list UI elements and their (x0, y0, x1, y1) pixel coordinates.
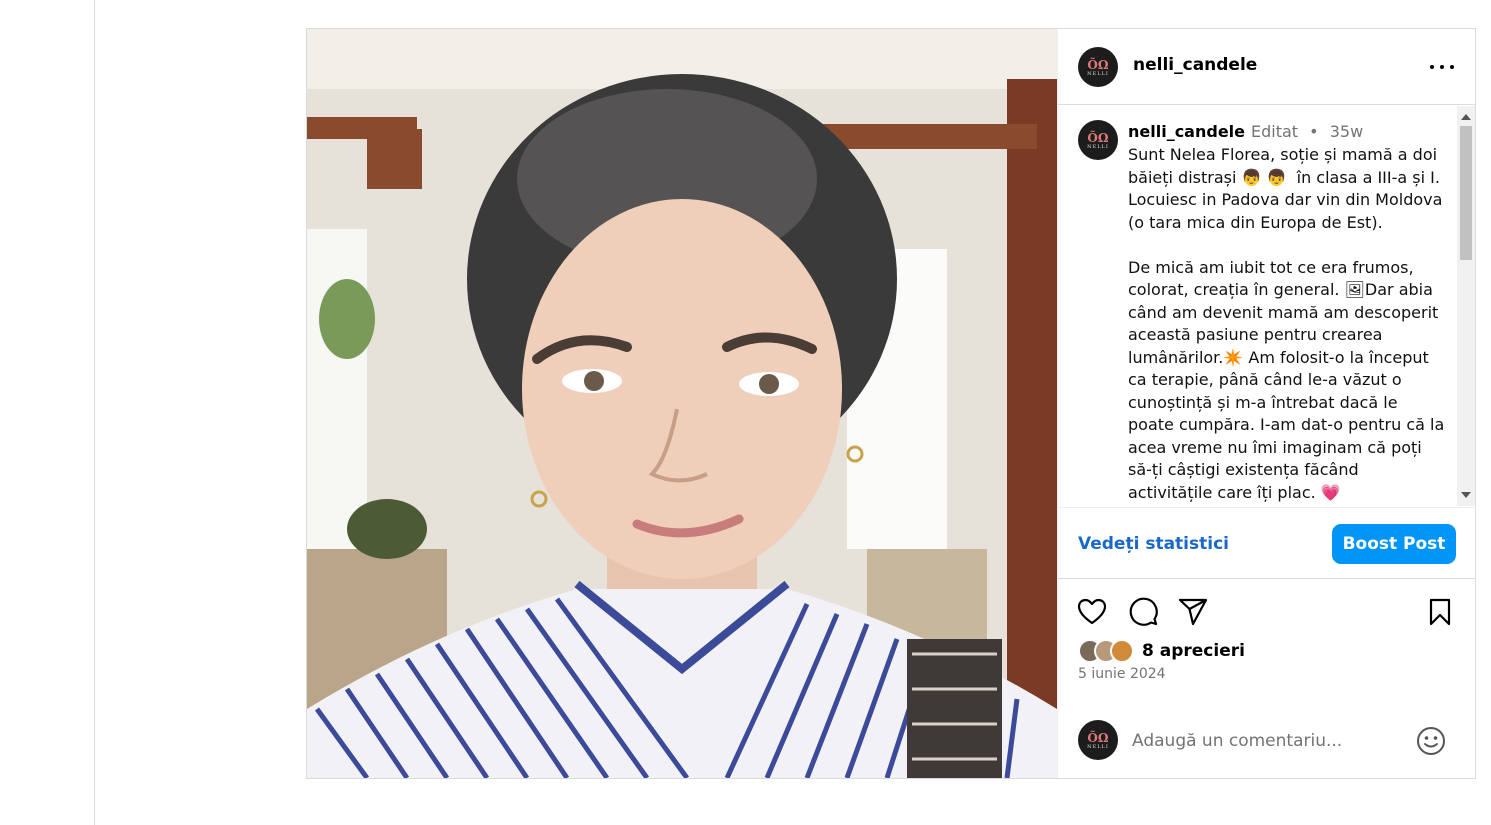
caption-text: Sunt Nelea Florea, soție și mamă a doi b… (1128, 145, 1445, 502)
boost-post-button[interactable]: Boost Post (1332, 524, 1456, 564)
comment-icon[interactable] (1127, 596, 1159, 628)
left-navigation-rail (0, 0, 95, 825)
share-icon[interactable] (1177, 596, 1209, 628)
author-avatar[interactable]: ÕΩ NELLI (1078, 47, 1118, 87)
scrollbar-thumb[interactable] (1460, 126, 1472, 260)
comment-input[interactable] (1132, 726, 1402, 756)
avatar-logo-mark: ÕΩ (1087, 58, 1109, 72)
post-age[interactable]: 35w (1330, 122, 1363, 141)
avatar-logo-word: NELLI (1087, 744, 1109, 750)
comment-composer: ÕΩ NELLI (1058, 712, 1476, 770)
avatar-logo-word: NELLI (1087, 144, 1109, 150)
scroll-down-arrow-icon[interactable] (1461, 492, 1471, 498)
post-dialog: ÕΩ NELLI nelli_candele ÕΩ NELLI nelli_ca… (306, 28, 1476, 779)
heart-icon[interactable] (1076, 596, 1108, 628)
viewer-avatar: ÕΩ NELLI (1078, 720, 1118, 760)
post-photo[interactable] (307, 29, 1057, 778)
avatar-logo-mark: ÕΩ (1087, 131, 1109, 145)
avatar-logo-word: NELLI (1087, 71, 1109, 77)
boost-bar: Vedeți statistici Boost Post (1058, 507, 1476, 579)
emoji-icon[interactable] (1416, 726, 1446, 756)
avatar-logo-mark: ÕΩ (1087, 731, 1109, 745)
view-insights-link[interactable]: Vedeți statistici (1078, 534, 1229, 554)
caption-username[interactable]: nelli_candele (1128, 122, 1245, 141)
liker-avatar (1110, 639, 1134, 663)
post-date: 5 iunie 2024 (1078, 666, 1166, 682)
meta-separator: • (1309, 122, 1319, 141)
post-header: ÕΩ NELLI nelli_candele (1058, 29, 1476, 105)
edited-label: Editat (1251, 122, 1299, 141)
post-actions (1058, 594, 1476, 634)
caption-scrollbar[interactable] (1457, 106, 1475, 506)
caption-header: nelli_candele Editat • 35w (1128, 122, 1363, 141)
post-side-panel: ÕΩ NELLI nelli_candele ÕΩ NELLI nelli_ca… (1057, 29, 1476, 778)
bookmark-icon[interactable] (1424, 596, 1456, 628)
more-options-icon[interactable] (1428, 55, 1456, 79)
likes-row[interactable]: 8 aprecieri (1078, 638, 1245, 664)
caption-avatar[interactable]: ÕΩ NELLI (1078, 120, 1118, 160)
likes-count[interactable]: 8 aprecieri (1142, 641, 1245, 661)
caption-scroll-area[interactable]: ÕΩ NELLI nelli_candele Editat • 35w Sunt … (1058, 106, 1476, 506)
scroll-up-arrow-icon[interactable] (1461, 114, 1471, 120)
author-username[interactable]: nelli_candele (1133, 55, 1257, 75)
